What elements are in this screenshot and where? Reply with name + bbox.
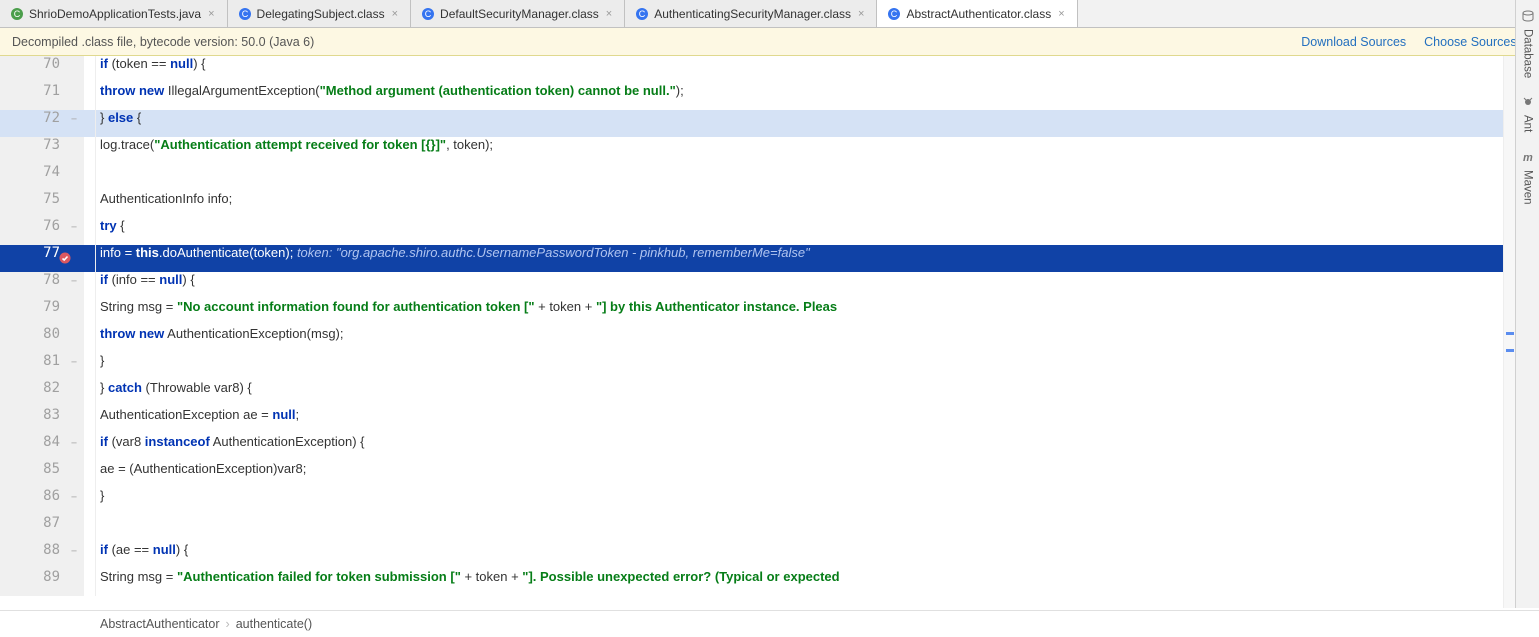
fold-icon[interactable] [72,228,79,235]
maven-icon: m [1522,151,1534,166]
class-file-icon: C [635,7,649,21]
code-line[interactable]: 73 log.trace("Authentication attempt rec… [0,137,1503,164]
download-sources-link[interactable]: Download Sources [1301,35,1406,49]
tab-authenticating-security-manager[interactable]: C AuthenticatingSecurityManager.class × [625,0,877,27]
ant-icon [1522,96,1534,111]
fold-icon[interactable] [72,498,79,505]
fold-icon[interactable] [72,120,79,127]
tab-default-security-manager[interactable]: C DefaultSecurityManager.class × [411,0,625,27]
tool-label: Ant [1522,115,1534,132]
inline-debug-hint: token: "org.apache.shiro.authc.UsernameP… [293,245,809,260]
code-line[interactable]: 83 AuthenticationException ae = null; [0,407,1503,434]
fold-icon[interactable] [72,552,79,559]
svg-text:C: C [425,9,432,19]
fold-icon[interactable] [72,363,79,370]
decompiled-banner: Decompiled .class file, bytecode version… [0,28,1539,56]
tab-label: ShrioDemoApplicationTests.java [29,7,201,21]
code-line[interactable]: 86 } [0,488,1503,515]
tab-shrio-demo[interactable]: C ShrioDemoApplicationTests.java × [0,0,228,27]
class-file-icon: C [238,7,252,21]
banner-text: Decompiled .class file, bytecode version… [12,35,314,49]
tool-label: Maven [1522,170,1534,205]
code-line[interactable]: 80 throw new AuthenticationException(msg… [0,326,1503,353]
class-file-icon: C [887,7,901,21]
code-line-current[interactable]: 77 info = this.doAuthenticate(token); to… [0,245,1503,272]
code-line[interactable]: 82 } catch (Throwable var8) { [0,380,1503,407]
tab-label: DelegatingSubject.class [257,7,385,21]
tool-maven[interactable]: m Maven [1520,147,1536,209]
code-line[interactable]: 74 [0,164,1503,191]
close-icon[interactable]: × [856,8,866,20]
close-icon[interactable]: × [390,8,400,20]
code-line[interactable]: 89 String msg = "Authentication failed f… [0,569,1503,596]
tool-database[interactable]: Database [1520,6,1536,82]
code-line[interactable]: 85 ae = (AuthenticationException)var8; [0,461,1503,488]
breadcrumb-method[interactable]: authenticate() [236,617,312,631]
breadcrumb-class[interactable]: AbstractAuthenticator [100,617,220,631]
code-line[interactable]: 84 if (var8 instanceof AuthenticationExc… [0,434,1503,461]
breakpoint-icon[interactable] [58,251,72,265]
svg-text:m: m [1523,152,1533,163]
code-line[interactable]: 81 } [0,353,1503,380]
code-line[interactable]: 70 if (token == null) { [0,56,1503,83]
editor-overview-ruler[interactable] [1503,56,1515,608]
tool-ant[interactable]: Ant [1520,92,1536,136]
breadcrumbs: AbstractAuthenticator › authenticate() [0,610,1539,637]
fold-icon[interactable] [72,444,79,451]
close-icon[interactable]: × [206,8,216,20]
tab-abstract-authenticator[interactable]: C AbstractAuthenticator.class × [877,0,1077,27]
close-icon[interactable]: × [1056,8,1066,20]
chevron-right-icon: › [226,617,230,631]
tab-label: AuthenticatingSecurityManager.class [654,7,851,21]
fold-icon[interactable] [72,282,79,289]
svg-text:C: C [639,9,646,19]
tab-delegating-subject[interactable]: C DelegatingSubject.class × [228,0,412,27]
code-line[interactable]: 76 try { [0,218,1503,245]
tool-label: Database [1522,29,1534,78]
close-icon[interactable]: × [604,8,614,20]
ruler-mark[interactable] [1506,349,1514,352]
code-line[interactable]: 78 if (info == null) { [0,272,1503,299]
code-line[interactable]: 87 [0,515,1503,542]
code-editor[interactable]: 70 if (token == null) { 71 throw new Ill… [0,56,1539,610]
tab-label: AbstractAuthenticator.class [906,7,1051,21]
code-line[interactable]: 79 String msg = "No account information … [0,299,1503,326]
choose-sources-link[interactable]: Choose Sources... [1424,35,1527,49]
code-line[interactable]: 71 throw new IllegalArgumentException("M… [0,83,1503,110]
ruler-mark[interactable] [1506,332,1514,335]
code-line[interactable]: 88 if (ae == null) { [0,542,1503,569]
code-line[interactable]: 75 AuthenticationInfo info; [0,191,1503,218]
svg-text:C: C [891,9,898,19]
editor-tabs: C ShrioDemoApplicationTests.java × C Del… [0,0,1539,28]
svg-text:C: C [241,9,248,19]
right-tool-strip: Database Ant m Maven [1515,0,1539,608]
tab-label: DefaultSecurityManager.class [440,7,599,21]
svg-text:C: C [14,9,21,19]
java-file-icon: C [10,7,24,21]
class-file-icon: C [421,7,435,21]
database-icon [1522,10,1534,25]
code-line[interactable]: 72 } else { [0,110,1503,137]
